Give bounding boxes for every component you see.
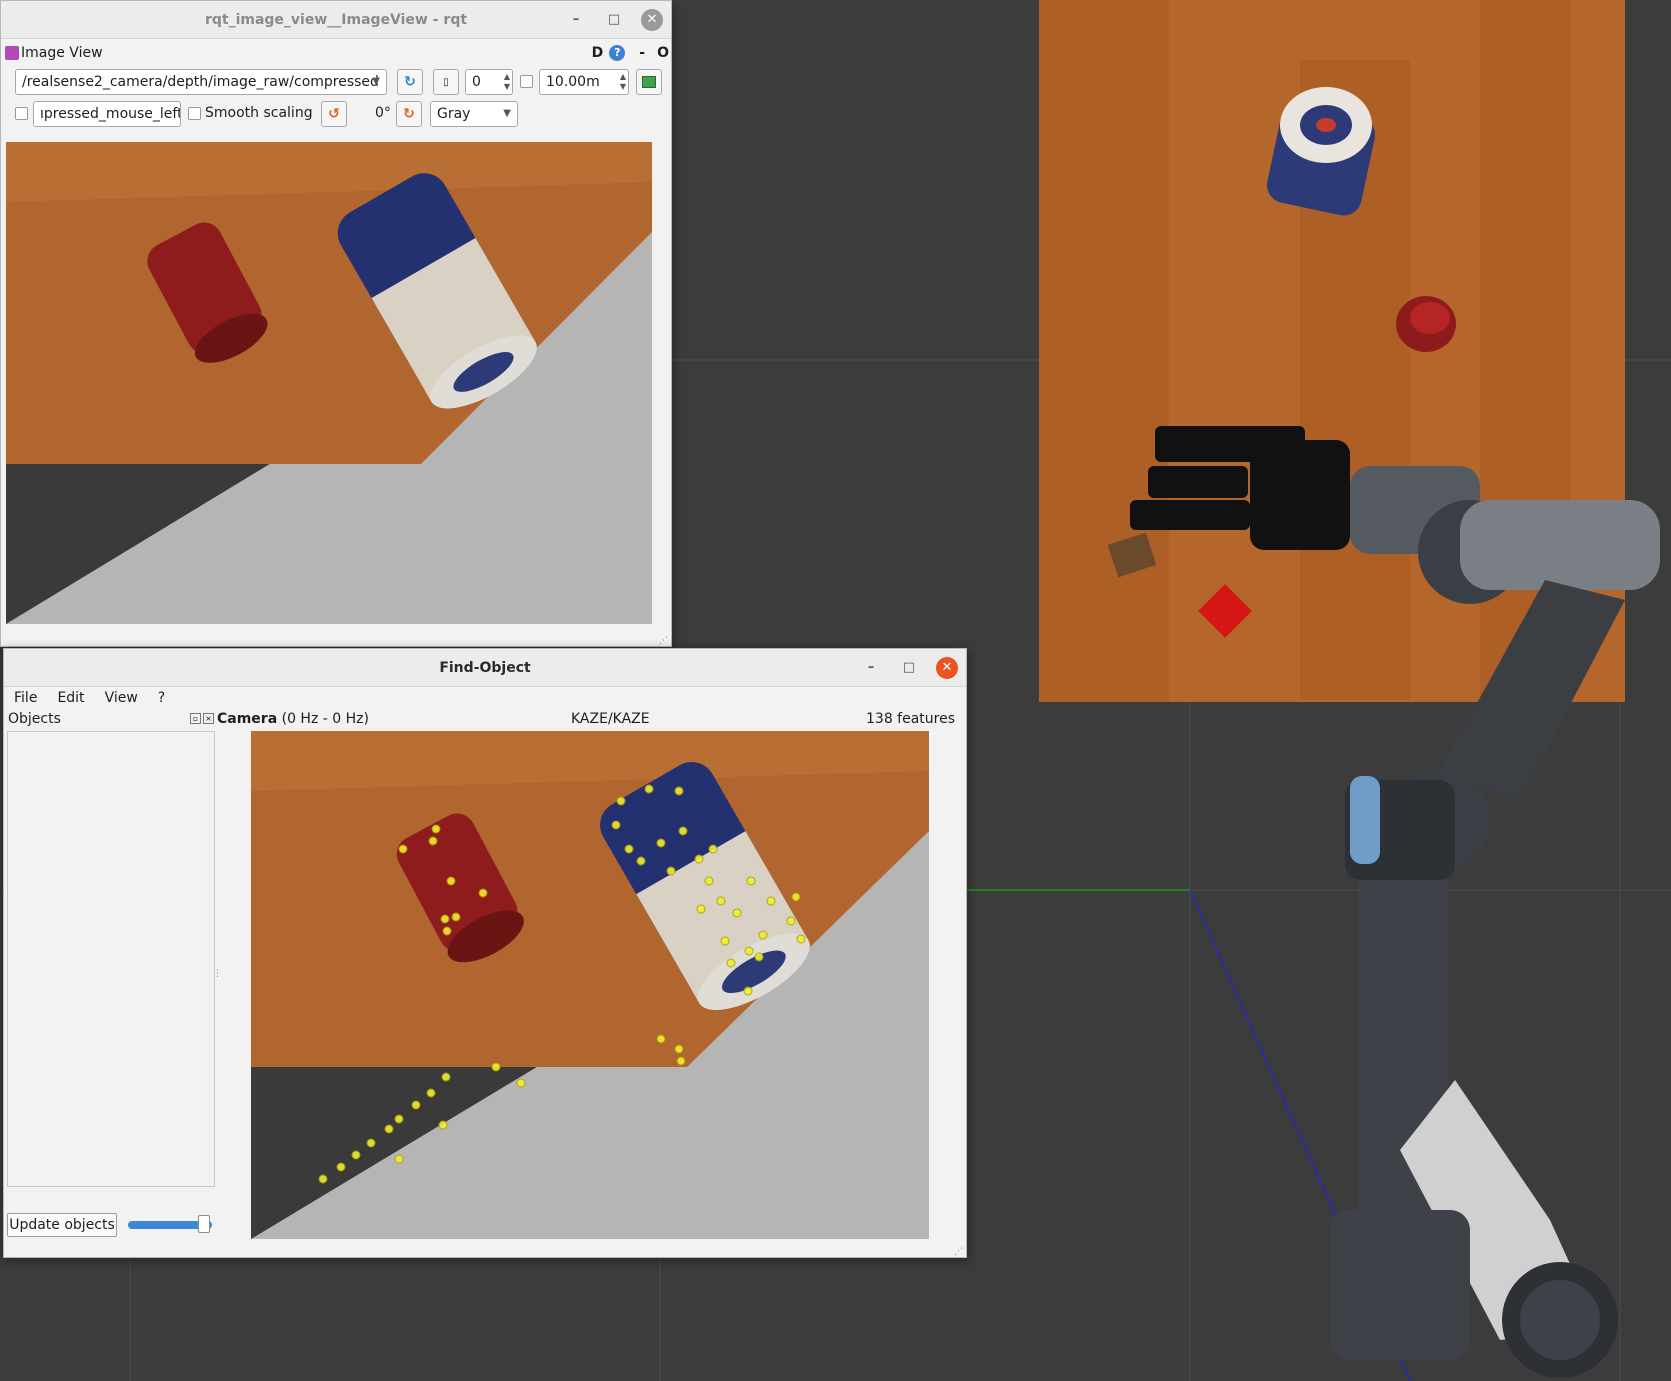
save-image-button[interactable]: [636, 69, 662, 95]
update-objects-button[interactable]: Update objects: [7, 1213, 117, 1237]
min-range-spinbox[interactable]: 0 ▲ ▼: [465, 69, 513, 95]
resize-grip-icon[interactable]: ⋰: [954, 1247, 963, 1257]
zoom-icon: ▯: [443, 76, 449, 88]
colormap-select[interactable]: Gray ▼: [430, 101, 518, 127]
objects-list[interactable]: [7, 731, 215, 1187]
help-icon[interactable]: ?: [609, 45, 626, 61]
mouse-publish-checkbox[interactable]: [15, 107, 28, 120]
zoom-button[interactable]: ▯: [433, 69, 459, 95]
features-count: 138 features: [866, 711, 956, 727]
close-panel-icon[interactable]: ×: [203, 713, 214, 724]
refresh-icon: ↻: [404, 74, 416, 90]
menu-bar: File Edit View ?: [4, 687, 966, 709]
chevron-down-icon: ▼: [372, 76, 380, 87]
rqt-window-title: rqt_image_view__ImageView - rqt: [204, 12, 468, 28]
detector-label: KAZE/KAZE: [571, 711, 650, 727]
image-view-plugin-icon: [5, 46, 19, 60]
find-object-window[interactable]: Find-Object – □ ✕ File Edit View ? Objec…: [3, 648, 967, 1258]
slider-handle[interactable]: [198, 1215, 210, 1233]
menu-edit[interactable]: Edit: [57, 690, 84, 706]
resize-grip-icon[interactable]: ⋰: [659, 636, 668, 646]
close-icon[interactable]: ✕: [641, 9, 663, 31]
rotate-right-button[interactable]: ↻: [396, 101, 422, 127]
find-object-titlebar[interactable]: Find-Object – □ ✕: [4, 649, 966, 687]
menu-help[interactable]: ?: [158, 690, 165, 706]
save-image-icon: [642, 76, 656, 88]
can-red: [1396, 296, 1456, 352]
rotate-left-icon: ↺: [328, 106, 340, 122]
dock-minimize-button[interactable]: -: [639, 45, 645, 61]
maximize-icon[interactable]: □: [898, 657, 920, 679]
smooth-scaling-checkbox[interactable]: [188, 107, 201, 120]
dock-d-button[interactable]: D: [592, 45, 604, 61]
find-object-camera-image[interactable]: [251, 731, 929, 1239]
close-icon[interactable]: ✕: [936, 657, 958, 679]
rqt-camera-image[interactable]: [6, 142, 652, 624]
camera-rate: (0 Hz - 0 Hz): [281, 711, 369, 727]
float-panel-icon[interactable]: ▫: [190, 713, 201, 724]
menu-file[interactable]: File: [14, 690, 37, 706]
image-view-dock-title: Image View: [21, 45, 103, 61]
splitter-handle[interactable]: ⋮: [213, 969, 222, 979]
menu-view[interactable]: View: [105, 690, 138, 706]
spin-arrows-icon[interactable]: ▲ ▼: [504, 72, 510, 92]
refresh-topics-button[interactable]: ↻: [397, 69, 423, 95]
dock-close-button[interactable]: O: [657, 45, 669, 61]
smooth-scaling-label: Smooth scaling: [205, 105, 313, 121]
objects-panel-header: Objects ▫ ×: [8, 711, 216, 731]
minimize-icon[interactable]: –: [565, 9, 587, 31]
rqt-titlebar[interactable]: rqt_image_view__ImageView - rqt – □ ✕: [1, 1, 671, 39]
mouse-topic-input[interactable]: ıpressed_mouse_left: [33, 101, 181, 127]
rotate-right-icon: ↻: [403, 106, 415, 122]
chevron-down-icon: ▼: [503, 108, 511, 119]
maximize-icon[interactable]: □: [603, 9, 625, 31]
max-range-spinbox[interactable]: 10.00m ▲ ▼: [539, 69, 629, 95]
spin-arrows-icon[interactable]: ▲ ▼: [620, 72, 626, 92]
topic-select-value: /realsense2_camera/depth/image_raw/compr…: [22, 74, 379, 90]
minimize-icon[interactable]: –: [860, 657, 882, 679]
rotation-value: 0°: [375, 105, 391, 121]
camera-label: Camera (0 Hz - 0 Hz): [217, 711, 369, 727]
image-view-dock-header: Image View D ? - O: [5, 43, 669, 63]
rqt-image-view-window[interactable]: rqt_image_view__ImageView - rqt – □ ✕ Im…: [0, 0, 672, 647]
find-object-window-title: Find-Object: [439, 660, 531, 676]
max-range-checkbox[interactable]: [520, 75, 533, 88]
topic-select[interactable]: /realsense2_camera/depth/image_raw/compr…: [15, 69, 387, 95]
objects-panel-title: Objects: [8, 711, 61, 727]
rotate-left-button[interactable]: ↺: [321, 101, 347, 127]
